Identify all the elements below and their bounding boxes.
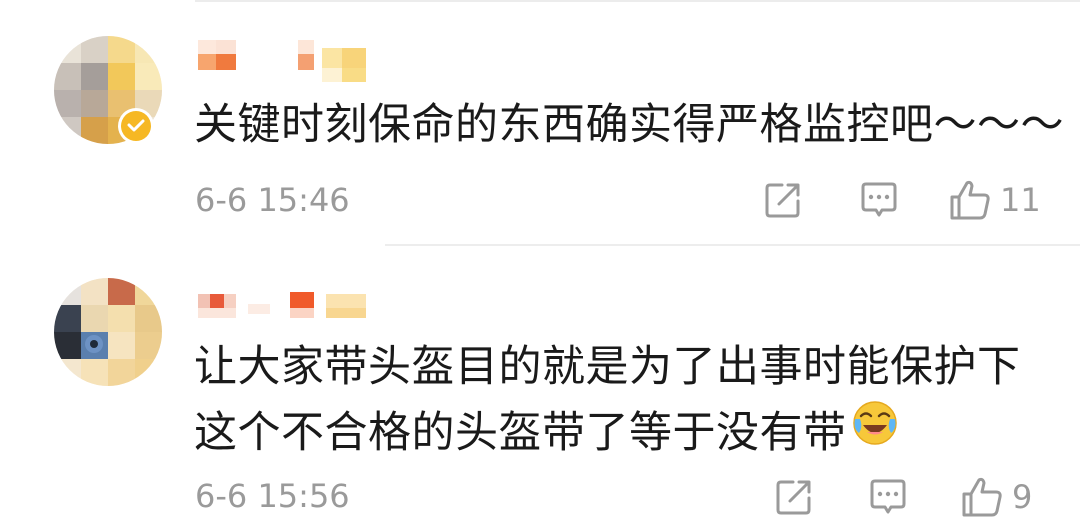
top-divider [195, 0, 1080, 2]
repost-button[interactable] [773, 472, 815, 522]
comment-text: 关键时刻保命的东西确实得严格监控吧～～～ [194, 100, 1064, 150]
like-button[interactable]: 11 [948, 175, 1041, 225]
verified-badge-icon [118, 108, 154, 144]
like-count: 11 [1000, 181, 1041, 219]
like-count: 9 [1012, 478, 1033, 516]
comment-divider [385, 244, 1080, 246]
laughing-crying-emoji [851, 399, 899, 464]
repost-icon [776, 480, 811, 515]
comment-button[interactable] [867, 472, 909, 522]
username-blurred[interactable] [194, 288, 394, 338]
like-icon [950, 180, 990, 220]
username-blurred[interactable] [194, 38, 394, 88]
repost-button[interactable] [762, 175, 804, 225]
like-icon [962, 477, 1002, 517]
comment-icon [870, 479, 906, 514]
repost-icon [765, 183, 800, 218]
avatar[interactable] [54, 278, 162, 386]
comment-text: 让大家带头盔目的就是为了出事时能保护下 这个不合格的头盔带了等于没有带 [194, 336, 1021, 464]
comment-button[interactable] [858, 175, 900, 225]
comment-icon [861, 182, 897, 217]
like-button[interactable]: 9 [960, 472, 1032, 522]
